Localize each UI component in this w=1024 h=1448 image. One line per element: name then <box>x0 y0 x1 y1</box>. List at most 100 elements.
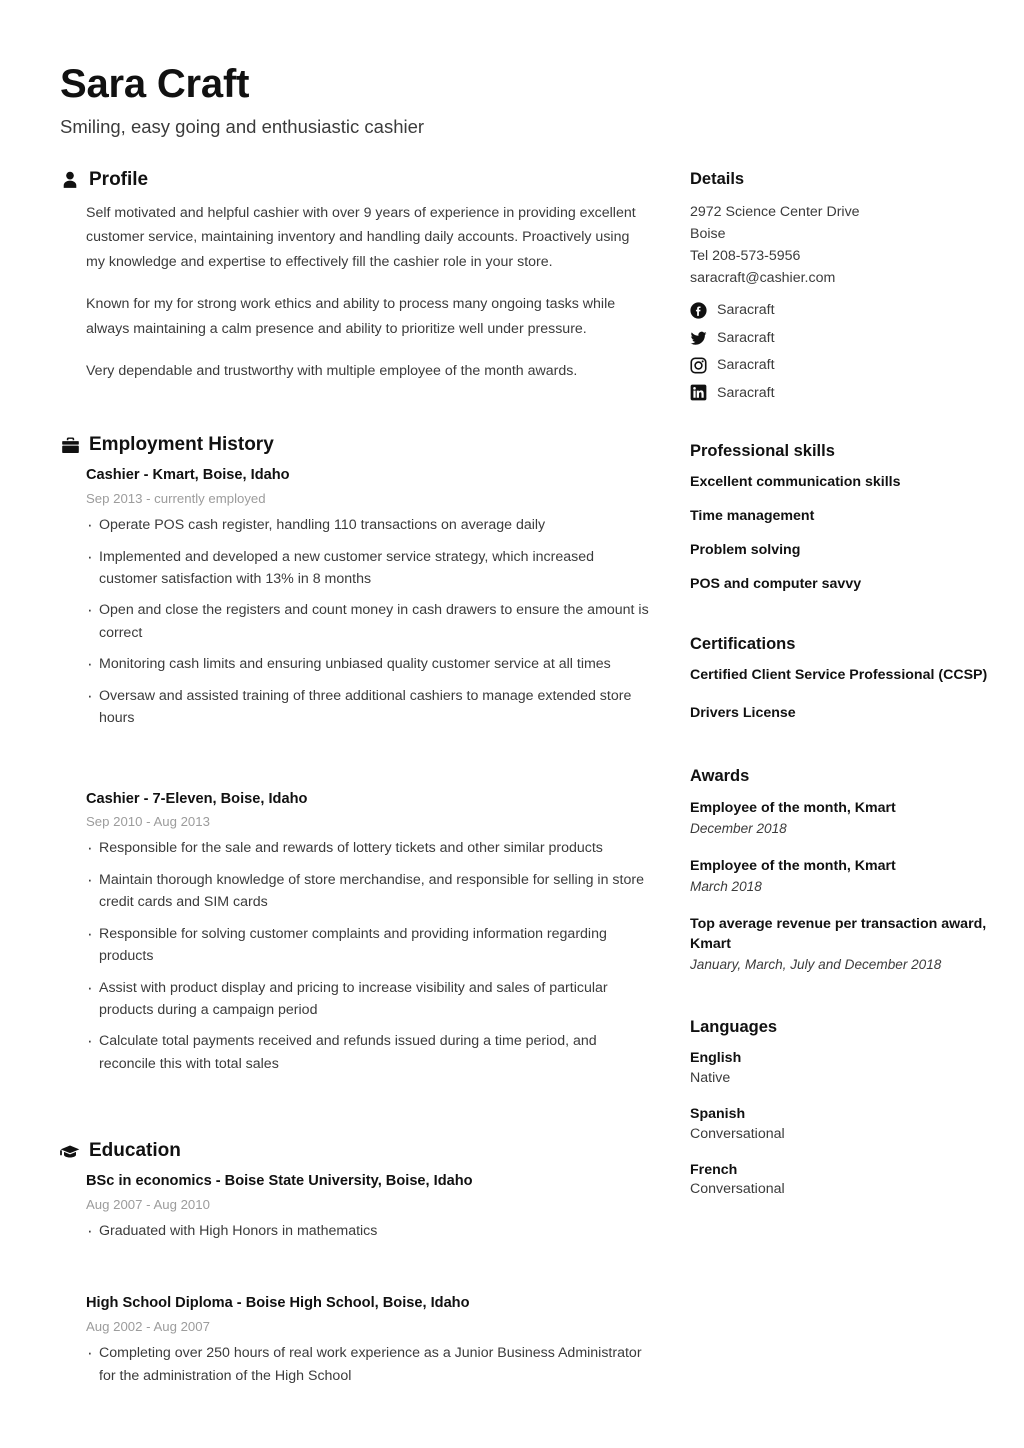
details-title: Details <box>690 169 745 188</box>
language-level: Conversational <box>690 1125 785 1142</box>
bullet-item: Completing over 250 hours of real work e… <box>86 1341 650 1387</box>
social-link-facebook[interactable]: Saracraft <box>690 301 1004 319</box>
candidate-tagline: Smiling, easy going and enthusiastic cas… <box>60 115 425 137</box>
employment-entry-title: Cashier - 7-Eleven, Boise, Idaho <box>86 790 308 807</box>
section-profile: Profile Self motivated and helpful cashi… <box>60 168 650 384</box>
employment-heading: Employment History <box>60 434 650 456</box>
resume-columns: Profile Self motivated and helpful cashi… <box>60 168 987 1397</box>
language-name: Spanish <box>690 1105 746 1122</box>
education-entry-date: Aug 2007 - Aug 2010 <box>86 1196 210 1212</box>
section-languages: Languages English Native Spanish Convers… <box>690 1018 1004 1200</box>
section-details: Details 2972 Science Center Drive Boise … <box>690 170 1004 402</box>
section-skills: Professional skills Excellent communicat… <box>690 442 1004 594</box>
skill-item: Excellent communication skills <box>690 473 901 490</box>
employment-entry-date: Sep 2010 - Aug 2013 <box>86 814 210 830</box>
profile-paragraph: Very dependable and trustworthy with mul… <box>86 362 578 379</box>
facebook-icon <box>690 302 707 319</box>
profile-paragraph: Self motivated and helpful cashier with … <box>86 204 636 270</box>
profile-title: Profile <box>89 168 149 190</box>
bullet-item: Assist with product display and pricing … <box>86 976 650 1022</box>
section-education: Education BSc in economics - Boise State… <box>60 1140 650 1387</box>
education-entry-date: Aug 2002 - Aug 2007 <box>86 1319 210 1335</box>
social-handle: Saracraft <box>717 329 775 346</box>
side-column: Details 2972 Science Center Drive Boise … <box>690 170 1004 1226</box>
award-item: Employee of the month, Kmart December 20… <box>690 798 1004 838</box>
skill-item: Problem solving <box>690 542 801 559</box>
skills-title: Professional skills <box>690 442 835 461</box>
award-title: Employee of the month, Kmart <box>690 857 896 874</box>
social-link-linkedin[interactable]: Saracraft <box>690 384 1004 402</box>
linkedin-icon <box>690 384 707 401</box>
resume-page: Sara Craft Smiling, easy going and enthu… <box>0 0 1024 1448</box>
award-date: December 2018 <box>690 820 787 836</box>
education-title: Education <box>89 1140 181 1162</box>
bullet-item: Graduated with High Honors in mathematic… <box>86 1219 650 1244</box>
education-entry-title: BSc in economics - Boise State Universit… <box>86 1173 473 1190</box>
education-entry-title: High School Diploma - Boise High School,… <box>86 1295 470 1312</box>
phone-number[interactable]: Tel 208-573-5956 <box>690 245 1004 267</box>
certification-item: Drivers License <box>690 704 796 721</box>
email-address[interactable]: saracraft@cashier.com <box>690 267 1004 289</box>
language-level: Native <box>690 1069 731 1086</box>
person-icon <box>60 170 80 190</box>
bullet-item: Calculate total payments received and re… <box>86 1029 650 1075</box>
education-body: BSc in economics - Boise State Universit… <box>60 1172 650 1387</box>
languages-title: Languages <box>690 1018 778 1037</box>
address-line-2: Boise <box>690 225 726 242</box>
bullet-item: Oversaw and assisted training of three a… <box>86 684 650 730</box>
award-date: March 2018 <box>690 878 762 894</box>
instagram-icon <box>690 357 707 374</box>
education-entry: High School Diploma - Boise High School,… <box>86 1294 650 1387</box>
language-item: Spanish Conversational <box>690 1105 1004 1145</box>
certification-item: Certified Client Service Professional (C… <box>690 667 988 684</box>
certifications-title: Certifications <box>690 634 796 653</box>
award-item: Employee of the month, Kmart March 2018 <box>690 856 1004 896</box>
graduation-cap-icon <box>60 1142 80 1162</box>
briefcase-icon <box>60 436 80 456</box>
bullet-item: Operate POS cash register, handling 110 … <box>86 513 650 538</box>
resume-header: Sara Craft Smiling, easy going and enthu… <box>60 62 964 138</box>
education-bullets: Completing over 250 hours of real work e… <box>86 1341 650 1387</box>
social-handle: Saracraft <box>717 384 775 401</box>
candidate-name: Sara Craft <box>60 62 250 106</box>
language-level: Conversational <box>690 1181 785 1198</box>
social-handle: Saracraft <box>717 357 775 374</box>
education-entry: BSc in economics - Boise State Universit… <box>86 1172 650 1244</box>
social-link-twitter[interactable]: Saracraft <box>690 329 1004 347</box>
social-handle: Saracraft <box>717 302 775 319</box>
education-heading: Education <box>60 1140 650 1162</box>
social-link-instagram[interactable]: Saracraft <box>690 356 1004 374</box>
award-title: Employee of the month, Kmart <box>690 799 896 816</box>
language-item: English Native <box>690 1049 1004 1089</box>
award-item: Top average revenue per transaction awar… <box>690 914 1004 974</box>
employment-bullets: Responsible for the sale and rewards of … <box>86 836 650 1075</box>
employment-entry: Cashier - 7-Eleven, Boise, Idaho Sep 201… <box>86 790 650 1076</box>
section-employment: Employment History Cashier - Kmart, Bois… <box>60 434 650 1076</box>
main-column: Profile Self motivated and helpful cashi… <box>60 168 650 1397</box>
bullet-item: Responsible for solving customer complai… <box>86 922 650 968</box>
bullet-item: Open and close the registers and count m… <box>86 598 650 644</box>
profile-heading: Profile <box>60 168 650 191</box>
section-awards: Awards Employee of the month, Kmart Dece… <box>690 767 1004 975</box>
address-line-1: 2972 Science Center Drive <box>690 203 860 220</box>
bullet-item: Maintain thorough knowledge of store mer… <box>86 868 650 914</box>
employment-entry-title: Cashier - Kmart, Boise, Idaho <box>86 467 290 484</box>
language-name: English <box>690 1050 742 1067</box>
employment-title: Employment History <box>89 434 274 456</box>
education-bullets: Graduated with High Honors in mathematic… <box>86 1219 650 1244</box>
twitter-icon <box>690 330 707 347</box>
profile-paragraph: Known for my for strong work ethics and … <box>86 296 616 337</box>
section-certifications: Certifications Certified Client Service … <box>690 635 1004 723</box>
awards-title: Awards <box>690 766 750 785</box>
profile-body: Self motivated and helpful cashier with … <box>60 201 650 384</box>
bullet-item: Implemented and developed a new customer… <box>86 545 650 591</box>
bullet-item: Monitoring cash limits and ensuring unbi… <box>86 652 650 677</box>
employment-bullets: Operate POS cash register, handling 110 … <box>86 513 650 730</box>
